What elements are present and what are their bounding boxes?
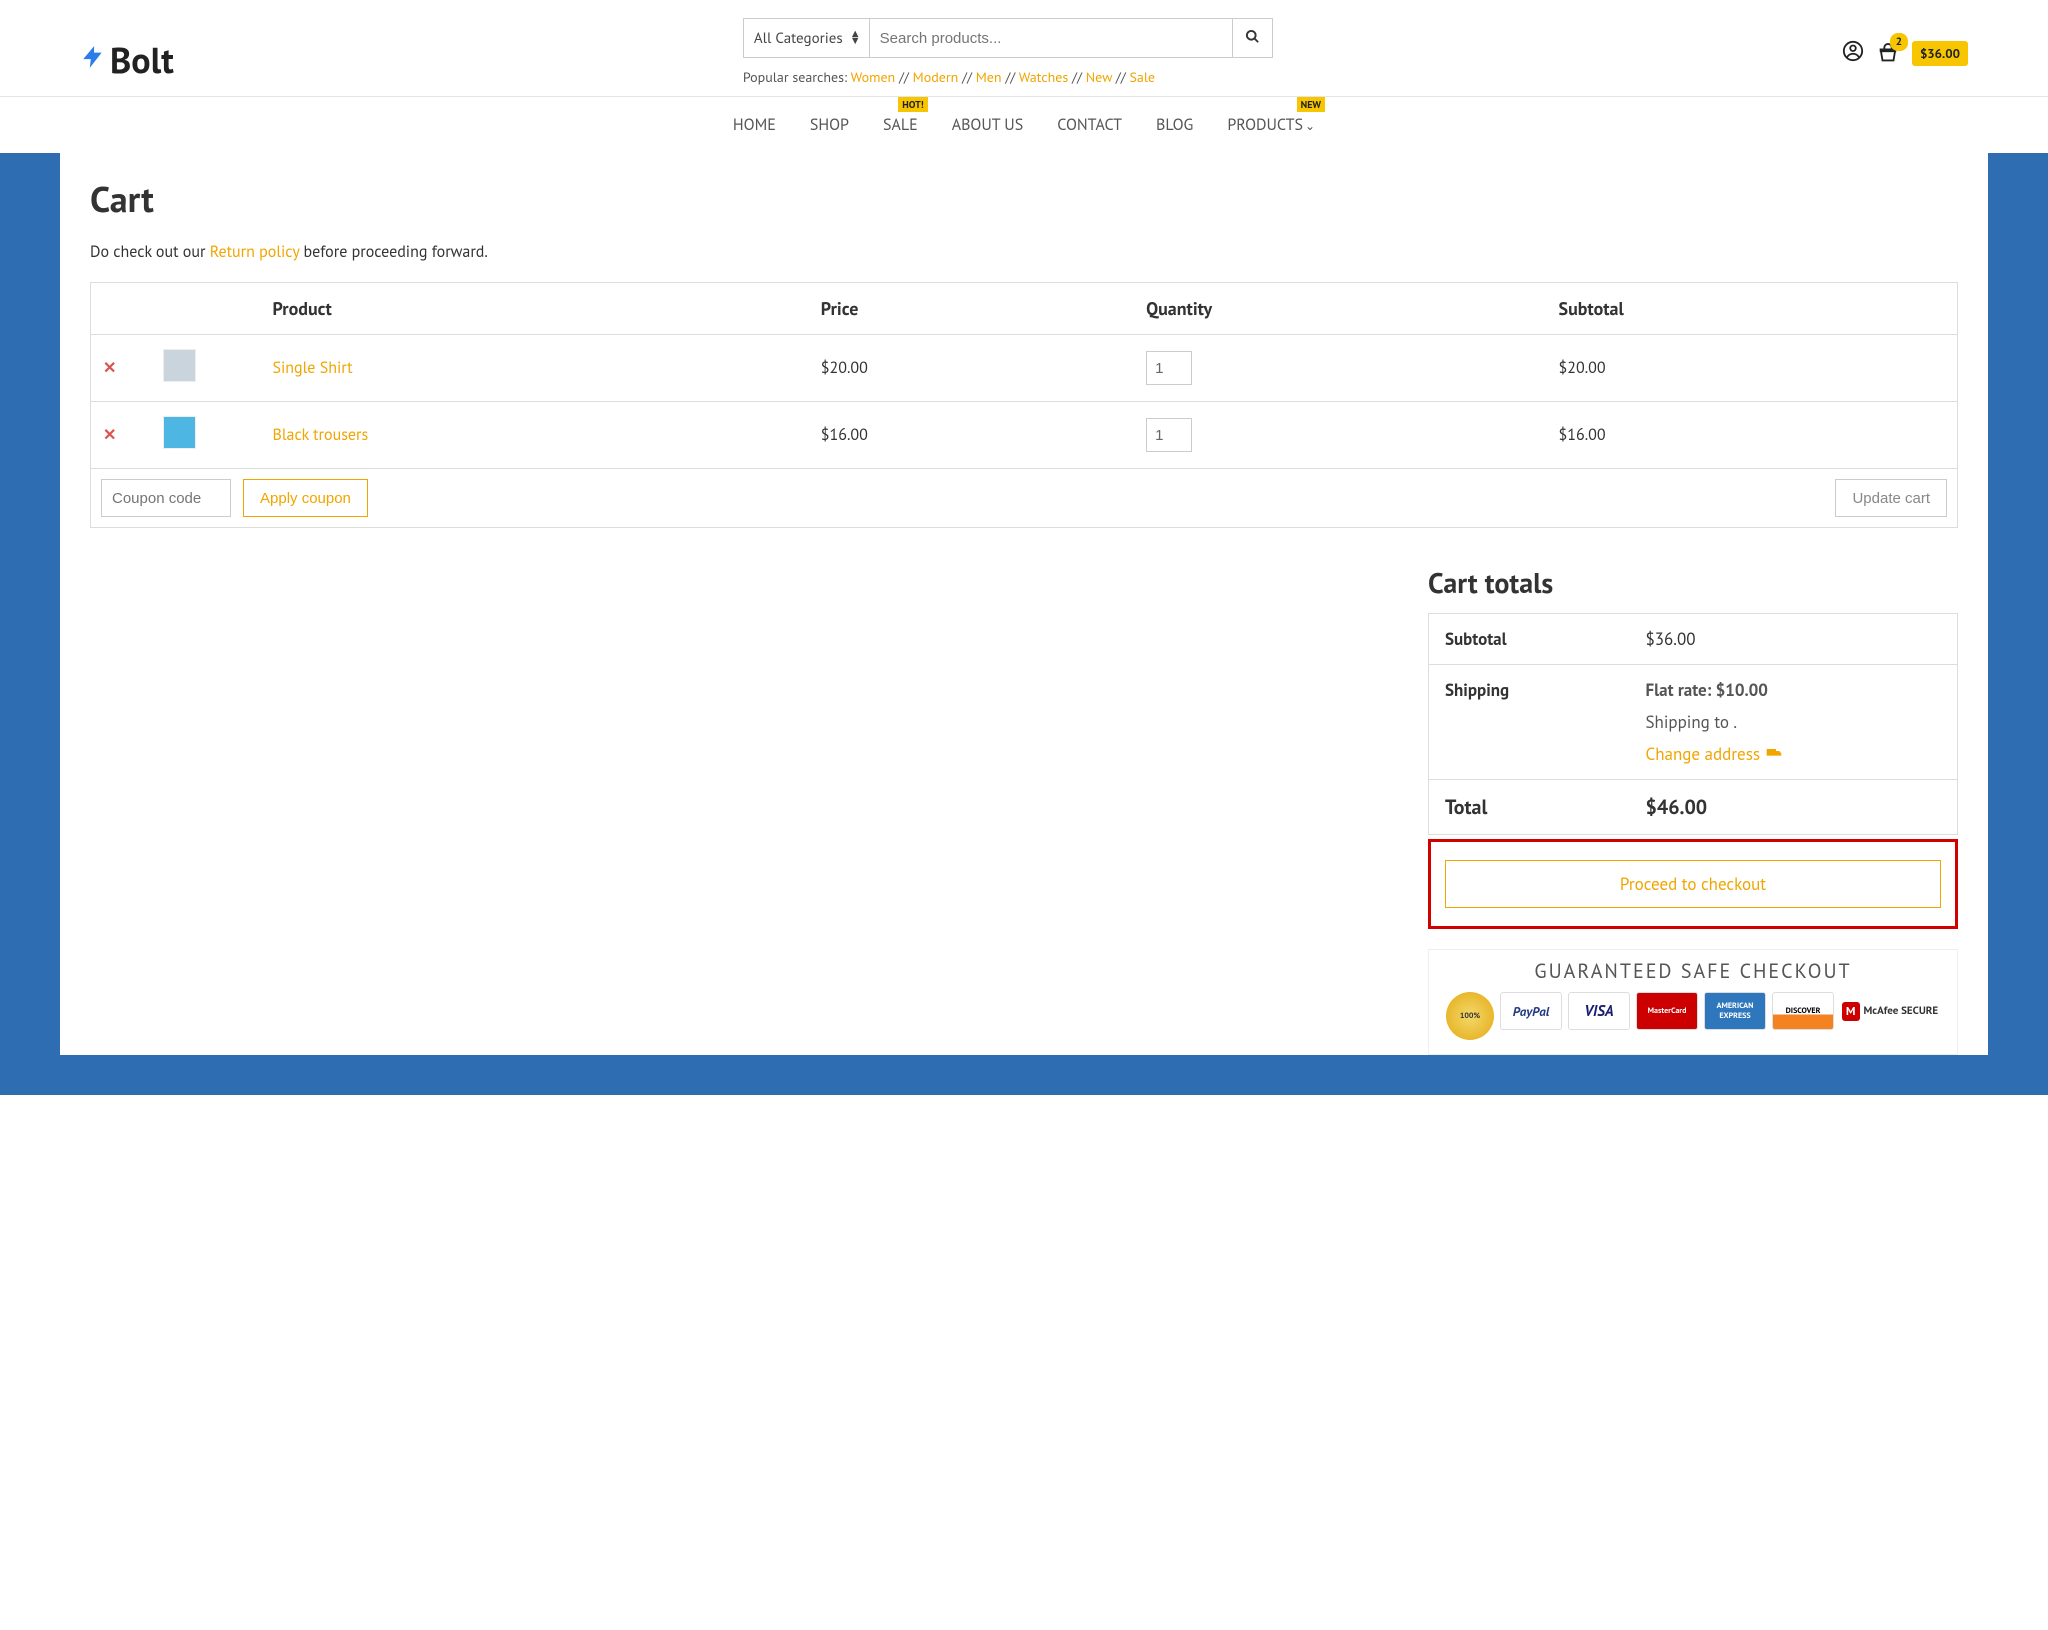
nav-sale[interactable]: SALE HOT! <box>883 115 918 135</box>
product-thumbnail[interactable] <box>163 349 196 382</box>
popular-link[interactable]: Men <box>976 68 1002 86</box>
nav-shop[interactable]: SHOP <box>810 115 849 135</box>
nav-about[interactable]: ABOUT US <box>952 115 1024 135</box>
shipping-label: Shipping <box>1429 665 1630 780</box>
cart-row: ✕ Single Shirt $20.00 $20.00 <box>91 335 1958 402</box>
cart-totals: Cart totals Subtotal $36.00 Shipping Fla… <box>1428 564 1958 1055</box>
safe-checkout-title: GUARANTEED SAFE CHECKOUT <box>1443 958 1943 984</box>
col-quantity: Quantity <box>1134 283 1546 335</box>
popular-link[interactable]: Women <box>851 68 896 86</box>
subtotal-label: Subtotal <box>1429 614 1630 665</box>
nav-contact[interactable]: CONTACT <box>1057 115 1122 135</box>
mastercard-icon: MasterCard <box>1636 992 1698 1030</box>
remove-item-button[interactable]: ✕ <box>103 425 116 445</box>
product-link[interactable]: Single Shirt <box>273 358 353 378</box>
item-price: $16.00 <box>809 402 1134 469</box>
checkout-highlight: Proceed to checkout <box>1428 839 1958 929</box>
top-header: Bolt All Categories ▲▼ Popular searches:… <box>0 0 2048 96</box>
total-label: Total <box>1429 780 1630 835</box>
account-icon[interactable] <box>1842 40 1864 67</box>
search-icon <box>1245 29 1260 44</box>
product-thumbnail[interactable] <box>163 416 196 449</box>
product-link[interactable]: Black trousers <box>273 425 369 445</box>
item-subtotal: $20.00 <box>1547 335 1958 402</box>
proceed-to-checkout-button[interactable]: Proceed to checkout <box>1445 860 1941 908</box>
nav-blog[interactable]: BLOG <box>1156 115 1193 135</box>
item-subtotal: $16.00 <box>1547 402 1958 469</box>
quantity-input[interactable] <box>1146 418 1192 452</box>
apply-coupon-button[interactable]: Apply coupon <box>243 479 368 517</box>
chevron-down-icon: ⌄ <box>1305 119 1315 134</box>
cart-icon[interactable]: 2 <box>1876 43 1900 65</box>
content: Cart Do check out our Return policy befo… <box>60 153 1988 1055</box>
cart-total-badge[interactable]: $36.00 <box>1912 41 1968 66</box>
item-price: $20.00 <box>809 335 1134 402</box>
cart-actions-row: Apply coupon Update cart <box>91 469 1958 528</box>
guarantee-seal-icon: 100% <box>1446 992 1494 1040</box>
col-price: Price <box>809 283 1134 335</box>
quantity-input[interactable] <box>1146 351 1192 385</box>
return-policy-link[interactable]: Return policy <box>210 242 300 262</box>
cart-count-badge: 2 <box>1890 33 1908 51</box>
paypal-icon: PayPal <box>1500 992 1562 1030</box>
category-select[interactable]: All Categories ▲▼ <box>743 18 869 58</box>
search-input[interactable] <box>869 18 1233 58</box>
popular-label: Popular searches: <box>743 68 847 86</box>
subtotal-value: $36.00 <box>1630 614 1958 665</box>
remove-item-button[interactable]: ✕ <box>103 358 116 378</box>
return-policy-notice: Do check out our Return policy before pr… <box>90 242 1958 262</box>
nav-products[interactable]: PRODUCTS⌄ NEW <box>1227 115 1315 135</box>
change-address-link[interactable]: Change address <box>1646 743 1783 765</box>
amex-icon: AMERICAN EXPRESS <box>1704 992 1766 1030</box>
logo[interactable]: Bolt <box>80 36 174 83</box>
col-subtotal: Subtotal <box>1547 283 1958 335</box>
search-bar: All Categories ▲▼ <box>743 18 1273 58</box>
select-arrows-icon: ▲▼ <box>850 31 861 45</box>
nav-home[interactable]: HOME <box>733 115 776 135</box>
cart-row: ✕ Black trousers $16.00 $16.00 <box>91 402 1958 469</box>
popular-link[interactable]: Watches <box>1019 68 1069 86</box>
discover-icon: DISCOVER <box>1772 992 1834 1030</box>
main-nav: HOME SHOP SALE HOT! ABOUT US CONTACT BLO… <box>0 96 2048 153</box>
visa-icon: VISA <box>1568 992 1630 1030</box>
popular-link[interactable]: New <box>1086 68 1112 86</box>
popular-link[interactable]: Sale <box>1129 68 1155 86</box>
bolt-icon <box>80 38 106 82</box>
page-title: Cart <box>90 175 1958 222</box>
shipping-to: Shipping to . <box>1646 711 1941 733</box>
safe-checkout: GUARANTEED SAFE CHECKOUT 100% PayPal VIS… <box>1428 949 1958 1055</box>
popular-searches: Popular searches: Women // Modern // Men… <box>743 68 1273 86</box>
header-icons: 2 $36.00 <box>1842 40 1968 67</box>
col-product: Product <box>261 283 809 335</box>
popular-link[interactable]: Modern <box>913 68 959 86</box>
shipping-flat-rate: Flat rate: $10.00 <box>1646 679 1768 701</box>
totals-table: Subtotal $36.00 Shipping Flat rate: $10.… <box>1428 613 1958 835</box>
truck-icon <box>1766 745 1782 763</box>
page-frame: Cart Do check out our Return policy befo… <box>0 153 2048 1095</box>
logo-text: Bolt <box>110 36 174 83</box>
cart-table: Product Price Quantity Subtotal ✕ Single… <box>90 282 1958 528</box>
search-area: All Categories ▲▼ Popular searches: Wome… <box>214 18 1802 86</box>
category-selected: All Categories <box>754 29 843 48</box>
total-value: $46.00 <box>1630 780 1958 835</box>
hot-badge: HOT! <box>898 97 927 112</box>
search-button[interactable] <box>1233 18 1273 58</box>
new-badge: NEW <box>1297 97 1325 112</box>
update-cart-button[interactable]: Update cart <box>1835 479 1947 517</box>
coupon-input[interactable] <box>101 479 231 517</box>
cart-totals-title: Cart totals <box>1428 564 1958 601</box>
mcafee-icon: MMcAfee SECURE <box>1840 992 1940 1030</box>
